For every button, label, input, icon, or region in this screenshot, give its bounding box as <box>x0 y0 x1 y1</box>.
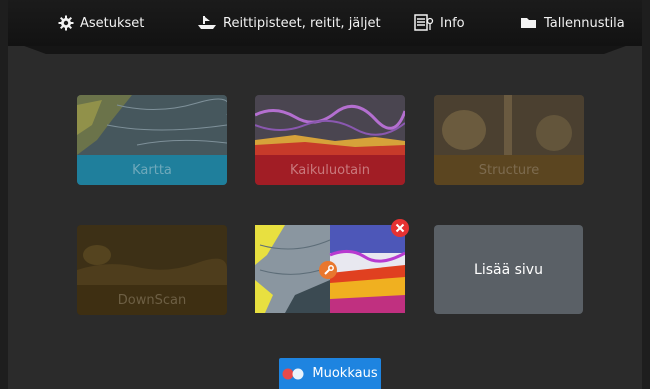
settings-label: Asetukset <box>80 15 145 31</box>
waypoints-label: Reittipisteet, reitit, jäljet <box>223 15 381 31</box>
chart-page-tile[interactable]: Kartta <box>77 95 227 185</box>
configure-page-button[interactable] <box>319 261 337 279</box>
remove-page-button[interactable] <box>391 219 409 237</box>
left-bezel <box>0 0 8 389</box>
wrench-icon <box>323 264 334 275</box>
right-bezel <box>642 0 650 389</box>
downscan-thumbnail <box>77 225 227 285</box>
toggle-icon <box>282 368 304 379</box>
sonar-tile-label: Kaikuluotain <box>255 155 405 185</box>
downscan-tile-label: DownScan <box>77 285 227 315</box>
storage-label: Tallennustila <box>544 15 625 31</box>
add-page-label: Lisää sivu <box>474 261 543 278</box>
top-menu-bar: Asetukset Reittipisteet, reitit, jäljet … <box>8 0 642 46</box>
sonar-thumbnail <box>255 95 405 155</box>
edit-button-label: Muokkaus <box>312 366 378 381</box>
downscan-page-tile[interactable]: DownScan <box>77 225 227 315</box>
custom-page-tile[interactable] <box>255 219 409 313</box>
settings-menu-item[interactable]: Asetukset <box>58 9 144 37</box>
edit-button[interactable]: Muokkaus <box>279 358 381 389</box>
chart-thumbnail <box>77 95 227 155</box>
structure-thumbnail <box>434 95 584 155</box>
chart-tile-label: Kartta <box>77 155 227 185</box>
storage-menu-item[interactable]: Tallennustila <box>520 9 625 37</box>
info-menu-item[interactable]: Info <box>414 9 465 37</box>
folder-icon <box>521 18 536 28</box>
structure-tile-label: Structure <box>434 155 584 185</box>
add-page-button[interactable]: Lisää sivu <box>434 225 583 314</box>
close-icon <box>395 223 405 233</box>
waypoints-menu-item[interactable]: Reittipisteet, reitit, jäljet <box>197 9 381 37</box>
boat-icon <box>198 16 216 29</box>
info-label: Info <box>440 15 465 31</box>
home-screen <box>0 0 650 389</box>
structure-page-tile[interactable]: Structure <box>434 95 584 185</box>
gear-icon <box>58 15 74 31</box>
sonar-page-tile[interactable]: Kaikuluotain <box>255 95 405 185</box>
info-icon <box>414 14 434 31</box>
